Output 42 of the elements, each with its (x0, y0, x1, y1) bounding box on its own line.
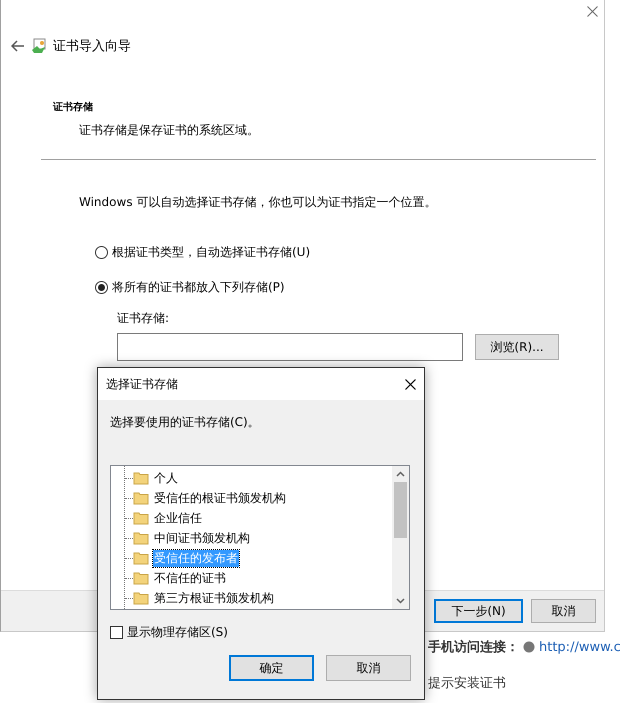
intro-text: Windows 可以自动选择证书存储，你也可以为证书指定一个位置。 (79, 194, 438, 211)
folder-icon (133, 491, 149, 505)
scroll-up-icon[interactable] (396, 471, 405, 477)
next-button[interactable]: 下一步(N) (434, 599, 523, 623)
folder-icon (133, 471, 149, 485)
back-arrow-icon[interactable] (11, 40, 25, 52)
ok-button[interactable]: 确定 (229, 655, 314, 681)
section-description: 证书存储是保存证书的系统区域。 (79, 122, 260, 139)
tree-item[interactable]: 不信任的证书 (153, 570, 227, 586)
certificate-icon (31, 38, 47, 54)
folder-icon (133, 551, 149, 565)
browse-button[interactable]: 浏览(R)... (475, 334, 559, 360)
store-label: 证书存储: (117, 310, 170, 327)
radio-label[interactable]: 根据证书类型，自动选择证书存储(U) (112, 244, 310, 261)
checkbox-label[interactable]: 显示物理存储区(S) (127, 624, 228, 641)
tree-item[interactable]: 企业信任 (153, 510, 203, 526)
close-icon[interactable] (405, 378, 416, 390)
cancel-button[interactable]: 取消 (326, 655, 411, 681)
dialog-prompt: 选择要使用的证书存储(C)。 (110, 414, 261, 431)
scrollbar[interactable] (392, 466, 409, 609)
url-link[interactable]: http://www.c (539, 640, 621, 654)
wizard-title: 证书导入向导 (53, 38, 131, 55)
tree-item[interactable]: 第三方根证书颁发机构 (153, 590, 275, 606)
folder-icon (133, 531, 149, 545)
link-label: 手机访问连接： (428, 638, 519, 656)
store-field[interactable] (117, 333, 463, 361)
tree-item[interactable]: 中间证书颁发机构 (153, 530, 251, 546)
page-text: 提示安装证书 (428, 675, 507, 692)
globe-icon (523, 641, 535, 653)
folder-icon (133, 571, 149, 585)
radio-label[interactable]: 将所有的证书都放入下列存储(P) (112, 279, 285, 296)
folder-icon (133, 591, 149, 605)
radio-button[interactable] (95, 246, 108, 259)
tree-item[interactable]: 个人 (153, 470, 179, 486)
scroll-down-icon[interactable] (396, 598, 405, 604)
folder-icon (133, 511, 149, 525)
checkbox[interactable] (110, 626, 123, 639)
tree-item[interactable]: 受信任的根证书颁发机构 (153, 490, 287, 506)
dialog-title: 选择证书存储 (106, 376, 178, 392)
radio-button[interactable] (95, 281, 108, 294)
cancel-button[interactable]: 取消 (531, 599, 596, 623)
section-title: 证书存储 (53, 100, 94, 114)
